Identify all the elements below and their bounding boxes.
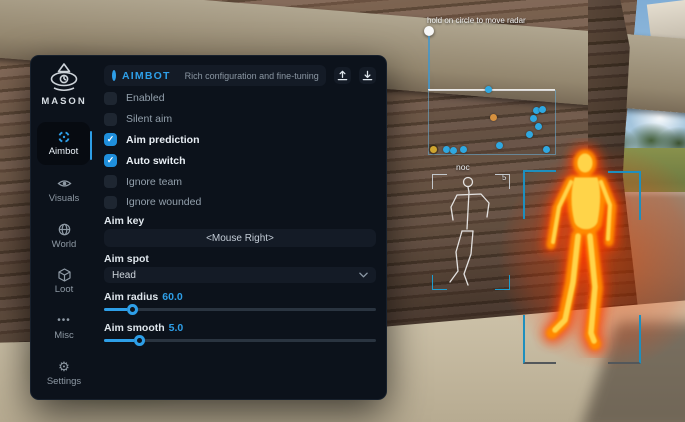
import-config-button[interactable] <box>334 67 351 84</box>
esp-box-corner-top-left <box>523 170 556 219</box>
checkbox-enabled[interactable]: ✓ Enabled <box>104 88 376 109</box>
checkbox-ignore-wounded[interactable]: ✓ Ignore wounded <box>104 192 376 213</box>
sidebar-item-misc[interactable]: ••• Misc <box>31 313 97 341</box>
cube-icon <box>31 267 97 282</box>
radar-dot <box>450 147 457 154</box>
checkbox-box: ✓ <box>104 175 117 188</box>
radar-dot <box>460 146 467 153</box>
radar-handle-stem <box>428 36 430 90</box>
slider-handle[interactable] <box>127 304 138 315</box>
sidebar-item-loot[interactable]: Loot <box>31 267 97 295</box>
radar-dot <box>535 123 542 130</box>
radar-dot <box>443 146 450 153</box>
checkbox-auto-switch[interactable]: ✓ Auto switch <box>104 150 376 171</box>
sidebar-item-aimbot[interactable]: Aimbot <box>37 122 90 165</box>
checkbox-box: ✓ <box>104 133 117 146</box>
aim-key-label: Aim key <box>104 215 144 227</box>
radar-hint-text: hold on circle to move radar <box>427 16 526 25</box>
upload-icon <box>337 70 348 81</box>
check-icon: ✓ <box>107 134 115 145</box>
dots-icon: ••• <box>31 313 97 328</box>
export-config-button[interactable] <box>359 67 376 84</box>
slider-track <box>104 308 376 311</box>
chevron-down-icon <box>359 272 368 278</box>
aim-smooth-label: Aim smooth5.0 <box>104 322 183 334</box>
gear-icon: ⚙ <box>31 359 97 374</box>
aim-spot-select[interactable]: Head <box>104 267 376 283</box>
aim-spot-label: Aim spot <box>104 253 149 265</box>
checkbox-ignore-team[interactable]: ✓ Ignore team <box>104 171 376 192</box>
aim-radius-value: 60.0 <box>162 291 182 303</box>
radar-dot <box>485 86 492 93</box>
checkbox-list: ✓ Enabled ✓ Silent aim ✓ Aim prediction … <box>104 88 376 213</box>
aim-key-binding-button[interactable]: <Mouse Right> <box>104 229 376 247</box>
check-icon: ✓ <box>107 155 115 166</box>
aim-smooth-slider[interactable] <box>104 335 376 346</box>
radar-dot <box>539 106 546 113</box>
aim-radius-slider[interactable] <box>104 304 376 315</box>
cheat-menu-panel: MASON Aimbot Visuals World Loot <box>30 55 387 400</box>
radar-dot <box>430 146 437 153</box>
eye-icon <box>31 176 97 191</box>
brand-name: MASON <box>31 96 97 107</box>
tab-subtitle: Rich configuration and fine-tuning <box>185 71 319 81</box>
radar-dot <box>496 142 503 149</box>
aim-spot-value: Head <box>112 270 136 281</box>
sidebar-item-settings[interactable]: ⚙ Settings <box>31 359 97 387</box>
radar-dot <box>543 146 550 153</box>
checkbox-silent-aim[interactable]: ✓ Silent aim <box>104 109 376 130</box>
tab-header: AIMBOT Rich configuration and fine-tunin… <box>104 65 376 86</box>
aim-smooth-value: 5.0 <box>169 322 184 334</box>
brand-logo: MASON <box>31 62 97 107</box>
tab-header-box: AIMBOT Rich configuration and fine-tunin… <box>104 65 326 86</box>
checkbox-box: ✓ <box>104 92 117 105</box>
slider-handle[interactable] <box>134 335 145 346</box>
mason-eye-logo-icon <box>44 62 84 95</box>
radar-dot <box>530 115 537 122</box>
checkbox-box: ✓ <box>104 196 117 209</box>
sidebar-item-visuals[interactable]: Visuals <box>31 176 97 204</box>
aimbot-tab-content: AIMBOT Rich configuration and fine-tunin… <box>104 56 376 399</box>
download-icon <box>362 70 373 81</box>
skeleton-player-name: noc <box>456 162 470 172</box>
radar-move-handle[interactable] <box>424 26 434 36</box>
tab-title: AIMBOT <box>122 70 171 82</box>
aim-radius-label: Aim radius60.0 <box>104 291 183 303</box>
checkbox-aim-prediction[interactable]: ✓ Aim prediction <box>104 130 376 151</box>
radar-dot <box>490 114 497 121</box>
esp-box-corner-bottom-left <box>523 315 556 364</box>
radar-dot <box>526 131 533 138</box>
game-screenshot: noc 5 hold on circle to move radar <box>0 0 685 422</box>
sidebar-item-world[interactable]: World <box>31 222 97 250</box>
skeleton-esp <box>440 174 502 289</box>
globe-icon <box>31 222 97 237</box>
crosshair-icon <box>37 129 90 144</box>
checkbox-box: ✓ <box>104 113 117 126</box>
esp-box-corner-bottom-right <box>608 315 641 364</box>
aimbot-ring-icon <box>112 70 116 81</box>
esp-box-corner-top-right <box>608 171 641 220</box>
checkbox-box: ✓ <box>104 154 117 167</box>
